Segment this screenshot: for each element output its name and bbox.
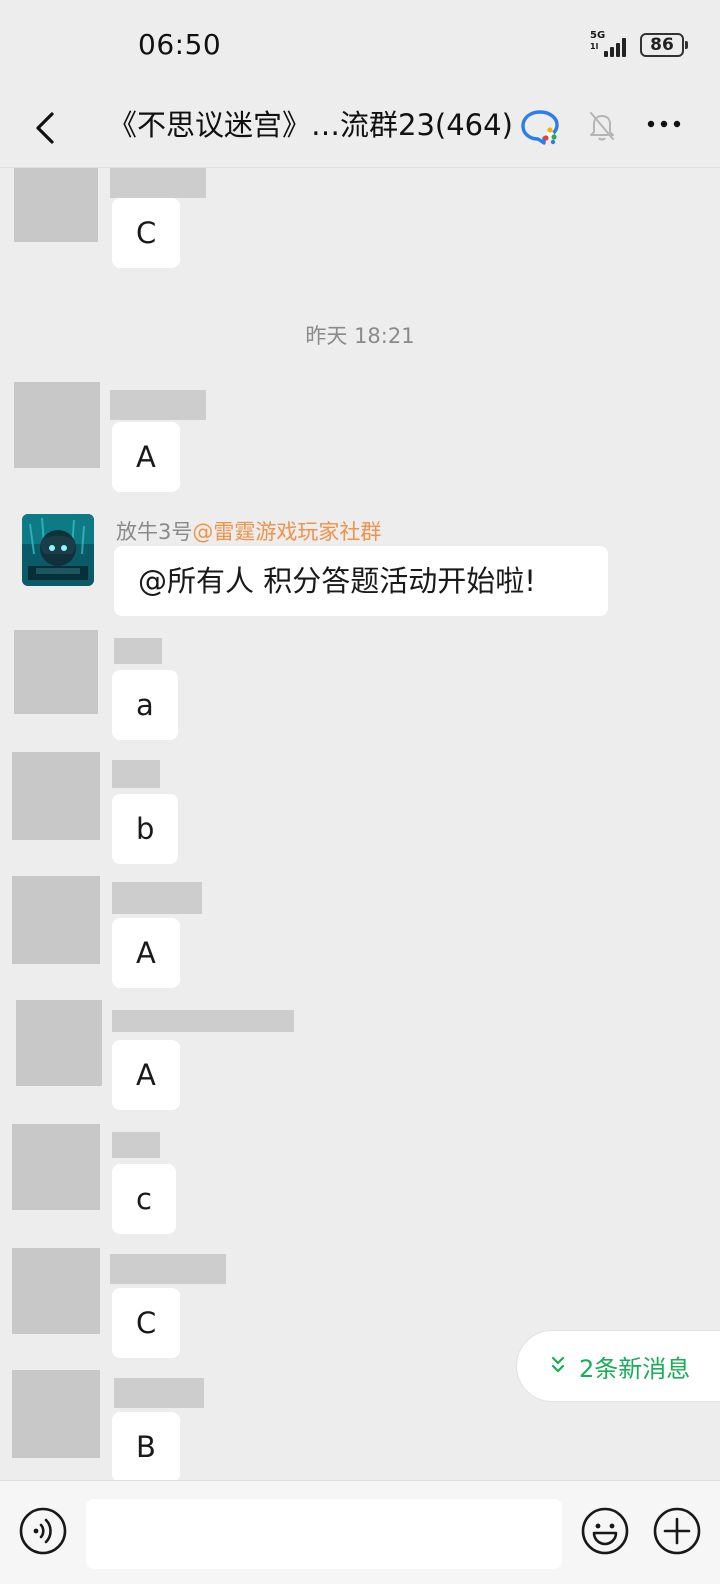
sender-name-redacted [110, 168, 206, 198]
message-input[interactable] [86, 1499, 562, 1569]
voice-icon[interactable] [18, 1506, 68, 1556]
battery-icon: 86 [640, 33, 688, 57]
sender-name[interactable]: 放牛3号 [116, 520, 192, 544]
battery-level: 86 [650, 35, 674, 55]
sender-name-redacted [114, 1378, 204, 1408]
sender-name-redacted [112, 760, 160, 788]
message-bubble[interactable]: A [112, 918, 180, 988]
emoji-icon[interactable] [580, 1506, 630, 1556]
avatar[interactable] [16, 1000, 102, 1086]
sender-name-redacted [110, 390, 206, 420]
message-bubble[interactable]: C [112, 1288, 181, 1358]
sender-tag: @雷霆游戏玩家社群 [192, 520, 382, 544]
bell-off-icon[interactable] [588, 110, 616, 142]
message-bubble[interactable]: A [112, 422, 180, 492]
status-bar: 06:50 5G 1l 86 [0, 0, 720, 90]
avatar[interactable] [14, 168, 98, 242]
new-messages-button[interactable]: 2条新消息 [516, 1330, 720, 1402]
game-avatar-icon[interactable] [22, 514, 94, 586]
network-type: 5G [590, 30, 606, 41]
sender-name-redacted [110, 1254, 226, 1284]
message-bubble[interactable]: A [112, 1040, 180, 1110]
avatar[interactable] [12, 752, 100, 840]
message-bubble[interactable]: @所有人 积分答题活动开始啦! [114, 546, 608, 616]
avatar[interactable] [12, 1248, 100, 1334]
message-bubble[interactable]: a [112, 670, 178, 740]
new-messages-label: 2条新消息 [579, 1355, 691, 1383]
sender-name-redacted [112, 1132, 160, 1158]
qq-icon[interactable] [520, 108, 560, 146]
chat-message-list[interactable]: C 昨天 18:21 A 放牛3号@雷霆游戏玩家社群 @所有人 积分答题活动开始… [0, 168, 720, 1480]
message-bubble[interactable]: c [112, 1164, 176, 1234]
avatar[interactable] [12, 1124, 100, 1210]
sender-line: 放牛3号@雷霆游戏玩家社群 [116, 516, 381, 546]
avatar[interactable] [14, 382, 100, 468]
more-icon[interactable] [646, 118, 682, 130]
back-icon[interactable] [26, 108, 66, 148]
plus-icon[interactable] [652, 1506, 702, 1556]
signal-icon: 5G 1l [590, 30, 632, 57]
network-subtype: 1l [590, 42, 599, 51]
sender-name-redacted [112, 882, 202, 914]
message-bubble[interactable]: b [112, 794, 179, 864]
message-bubble[interactable]: B [112, 1412, 180, 1480]
message-bubble[interactable]: C [112, 198, 181, 268]
sender-name-redacted [112, 1010, 294, 1032]
timestamp: 昨天 18:21 [305, 324, 415, 348]
status-time: 06:50 [138, 28, 222, 61]
chat-header: 《不思议迷宫》…流群23(464) [0, 90, 720, 168]
chat-title[interactable]: 《不思议迷宫》…流群23(464) [108, 104, 513, 146]
double-chevron-down-icon [551, 1356, 565, 1373]
avatar[interactable] [14, 630, 98, 714]
sender-name-redacted [114, 638, 162, 664]
avatar[interactable] [12, 1370, 100, 1458]
input-bar [0, 1480, 720, 1584]
avatar[interactable] [12, 876, 100, 964]
